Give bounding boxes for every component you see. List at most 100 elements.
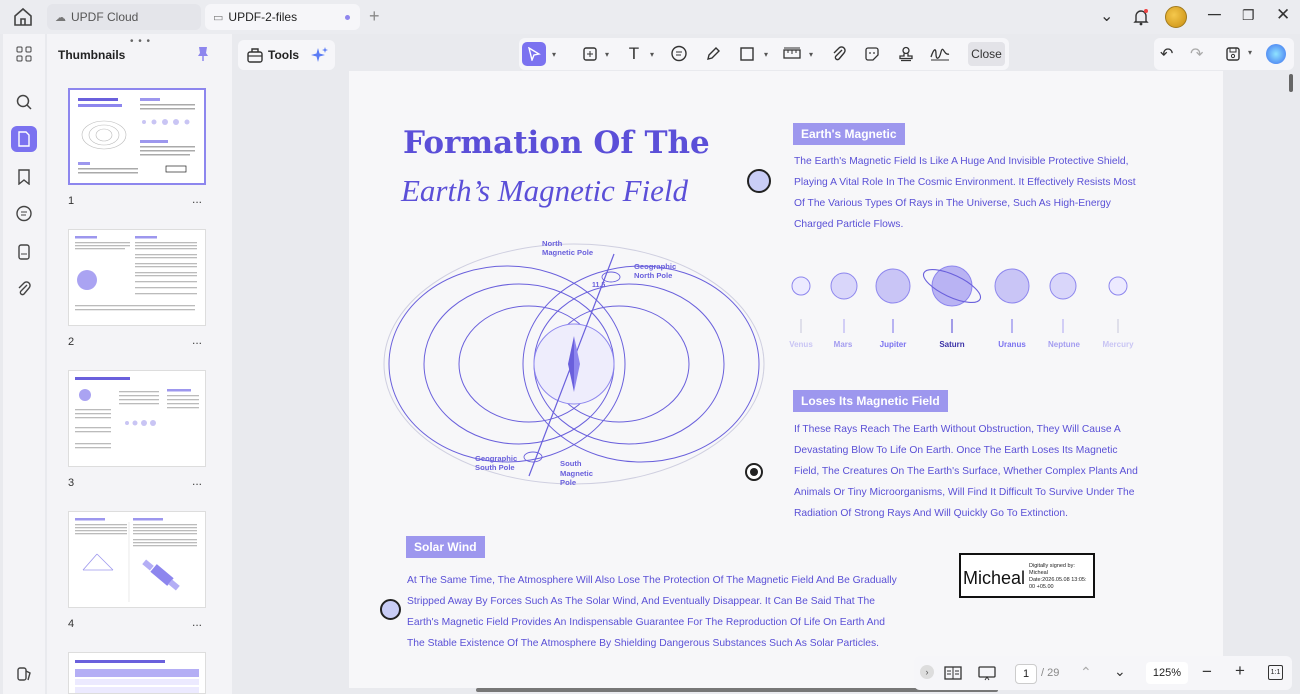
- next-page-icon[interactable]: ⌄: [1114, 663, 1126, 680]
- thumbnail-more-button[interactable]: ...: [192, 192, 202, 206]
- paperclip-icon[interactable]: [11, 276, 37, 302]
- chevron-down-icon[interactable]: ▾: [605, 42, 609, 66]
- vertical-scrollbar[interactable]: [1289, 74, 1293, 92]
- panel-title: Thumbnails: [58, 48, 126, 62]
- save-icon[interactable]: [1225, 46, 1241, 62]
- stamp-tool-button[interactable]: [895, 42, 917, 66]
- planet-label: Mercury: [1102, 340, 1134, 349]
- minimize-button[interactable]: ─: [1208, 4, 1221, 25]
- select-tool-button[interactable]: [522, 42, 546, 66]
- page-layout-icon[interactable]: [944, 665, 962, 681]
- thumbnail-page-3[interactable]: [68, 370, 206, 467]
- current-page-input[interactable]: 1: [1015, 664, 1037, 684]
- apps-grid-icon[interactable]: [11, 41, 37, 67]
- thumbnail-number: 3: [68, 477, 75, 489]
- pin-icon[interactable]: [197, 46, 209, 62]
- bell-icon[interactable]: [1133, 8, 1149, 26]
- search-icon[interactable]: [11, 89, 37, 115]
- attach-tool-button[interactable]: [828, 42, 850, 66]
- previous-page-icon[interactable]: ⌃: [1080, 664, 1092, 681]
- zoom-level[interactable]: 125%: [1146, 662, 1188, 684]
- history-toolbar: ↶ ↷ ▾: [1154, 38, 1294, 70]
- page-subtitle: Earth’s Magnetic Field: [401, 173, 688, 208]
- tab-label: UPDF Cloud: [71, 10, 139, 24]
- title-bar: ☁ UPDF Cloud ▭ UPDF-2-files + ⌄ ─ ❐ ✕: [0, 0, 1300, 34]
- zoom-in-icon[interactable]: +: [1235, 661, 1245, 681]
- toolbox-icon: [247, 48, 263, 63]
- thumbnail-more-button[interactable]: ...: [192, 333, 202, 347]
- paperclip-icon: [833, 46, 846, 61]
- ai-assistant-icon[interactable]: [1266, 44, 1286, 64]
- signature-tool-button[interactable]: [928, 42, 952, 66]
- collapse-arrow-icon[interactable]: ›: [920, 665, 934, 679]
- avatar[interactable]: [1165, 6, 1187, 28]
- sticker-icon: [865, 47, 879, 61]
- page-title: Formation Of The: [403, 125, 710, 161]
- tab-updf-2-files[interactable]: ▭ UPDF-2-files: [205, 4, 360, 30]
- measure-tool-button[interactable]: [781, 42, 803, 66]
- comment-marker[interactable]: [747, 169, 771, 193]
- thumbnail-number: 2: [68, 336, 75, 348]
- text-box-tool-button[interactable]: [579, 42, 601, 66]
- text-tool-button[interactable]: T: [623, 42, 645, 66]
- ai-sparkle-icon[interactable]: [310, 45, 330, 65]
- presentation-icon[interactable]: [978, 665, 996, 681]
- close-window-button[interactable]: ✕: [1276, 5, 1290, 25]
- tools-button[interactable]: Tools: [238, 40, 335, 70]
- restore-button[interactable]: ❐: [1242, 7, 1255, 24]
- thumbnail-page-4[interactable]: [68, 511, 206, 608]
- fit-page-icon[interactable]: 1:1: [1268, 665, 1283, 680]
- digital-signature-field[interactable]: Micheal Digitally signed by: Micheal Dat…: [959, 553, 1095, 598]
- text-t-icon: T: [628, 44, 640, 63]
- thumbnail-page-2[interactable]: [68, 229, 206, 326]
- undo-icon[interactable]: ↶: [1160, 44, 1173, 64]
- south-magnetic-pole-label: South Magnetic Pole: [560, 459, 593, 487]
- comment-tool-button[interactable]: [668, 42, 690, 66]
- attachments-list-icon[interactable]: [11, 239, 37, 265]
- shape-tool-button[interactable]: [736, 42, 758, 66]
- section-paragraph: At The Same Time, The Atmosphere Will Al…: [407, 575, 897, 649]
- signature-icon: [930, 48, 950, 61]
- section-heading: Loses Its Magnetic Field: [793, 390, 948, 412]
- layers-icon[interactable]: [11, 661, 37, 687]
- zoom-out-icon[interactable]: −: [1202, 662, 1212, 682]
- page-preview: [75, 660, 199, 693]
- comment-icon: [671, 45, 687, 62]
- page-preview: [75, 236, 197, 311]
- cursor-icon: [528, 47, 541, 61]
- tab-label: UPDF-2-files: [228, 10, 298, 24]
- geographic-north-pole-label: Geographic North Pole: [634, 262, 677, 280]
- new-tab-button[interactable]: +: [369, 6, 380, 27]
- pdf-page[interactable]: Formation Of The Earth’s Magnetic Field …: [349, 71, 1223, 688]
- tools-label: Tools: [268, 48, 300, 62]
- home-icon[interactable]: [12, 7, 34, 27]
- thumbnail-page-1[interactable]: [68, 88, 206, 185]
- comments-icon[interactable]: [11, 201, 37, 227]
- section-heading: Earth's Magnetic: [793, 123, 905, 145]
- chevron-down-icon[interactable]: ▾: [1248, 48, 1252, 57]
- thumbnail-more-button[interactable]: ...: [192, 474, 202, 488]
- page-preview: [75, 377, 199, 449]
- comment-marker[interactable]: [380, 599, 401, 620]
- panel-grip-handle[interactable]: • • •: [130, 36, 151, 47]
- chevron-down-icon[interactable]: ▾: [650, 42, 654, 66]
- section-paragraph: The Earth's Magnetic Field Is Like A Hug…: [794, 156, 1136, 230]
- chevron-down-icon[interactable]: ▾: [764, 42, 768, 66]
- redo-icon[interactable]: ↷: [1190, 44, 1203, 64]
- annotation-toolbar: ▾ ▾ T ▾ ▾ ▾ Close: [519, 38, 1009, 70]
- sticker-tool-button[interactable]: [861, 42, 883, 66]
- planet-label: Neptune: [1048, 340, 1080, 349]
- monitor-icon: ▭: [213, 11, 224, 24]
- north-magnetic-pole-label: North Magnetic Pole: [542, 239, 594, 257]
- chevron-down-icon[interactable]: ▾: [552, 42, 556, 66]
- bookmark-icon[interactable]: [11, 164, 37, 190]
- chevron-down-icon[interactable]: ⌄: [1100, 6, 1113, 26]
- tab-updf-cloud[interactable]: ☁ UPDF Cloud: [47, 4, 201, 30]
- chevron-down-icon[interactable]: ▾: [809, 42, 813, 66]
- pencil-tool-button[interactable]: [702, 42, 724, 66]
- close-toolbar-button[interactable]: Close: [968, 42, 1005, 66]
- section-paragraph: If These Rays Reach The Earth Without Ob…: [794, 424, 1138, 519]
- thumbnail-more-button[interactable]: ...: [192, 615, 202, 629]
- thumbnail-page-5[interactable]: [68, 652, 206, 694]
- page-thumbnails-icon[interactable]: [11, 126, 37, 152]
